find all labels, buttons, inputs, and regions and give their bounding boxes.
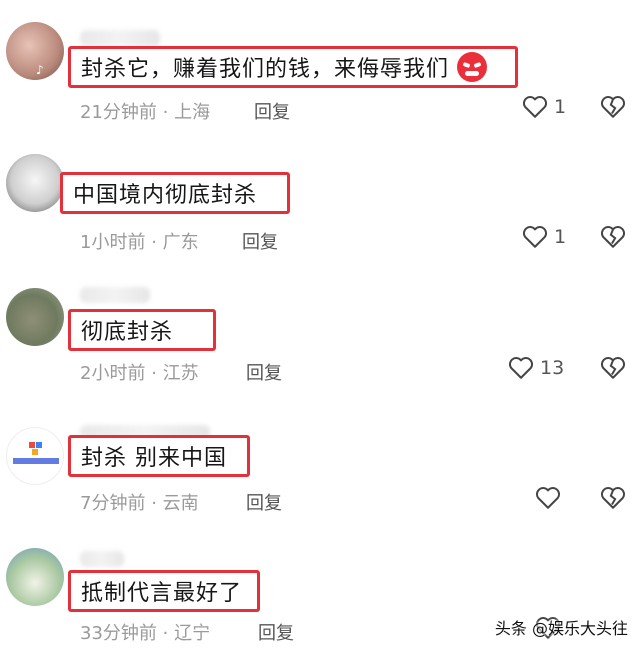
username-blurred[interactable] [80, 287, 150, 303]
avatar[interactable] [6, 288, 64, 346]
comment-item: 中国境内彻底封杀 1小时前 · 广东 回复 1 [0, 150, 640, 270]
comment-text: 抵制代言最好了 [81, 581, 243, 606]
tiktok-icon: ♪ [36, 63, 44, 77]
username-blurred[interactable] [80, 551, 124, 567]
svg-text:♪: ♪ [36, 63, 44, 77]
comment-bubble: 封杀它，赚着我们的钱，来侮辱我们 [68, 46, 518, 88]
dislike-button[interactable] [600, 225, 626, 253]
reply-button[interactable]: 回复 [258, 619, 294, 645]
heart-icon [522, 226, 548, 248]
comment-item: ♪ 封杀它，赚着我们的钱，来侮辱我们 21分钟前 · 上海 回复 1 [0, 0, 640, 125]
heart-icon [535, 487, 561, 509]
dislike-button[interactable] [600, 486, 626, 514]
like-button[interactable]: 13 [508, 356, 564, 380]
avatar[interactable]: ♪ [6, 22, 64, 80]
angry-face-icon [457, 52, 488, 82]
comment-item: 封杀 别来中国 7分钟前 · 云南 回复 [0, 415, 640, 535]
comment-bubble: 中国境内彻底封杀 [60, 172, 290, 214]
comment-text: 封杀它，赚着我们的钱，来侮辱我们 [81, 57, 450, 82]
watermark: 头条 @娱乐大头往 [494, 619, 628, 638]
like-button[interactable]: 1 [522, 225, 566, 249]
reply-button[interactable]: 回复 [242, 228, 278, 254]
reply-button[interactable]: 回复 [254, 98, 290, 124]
avatar[interactable] [6, 427, 64, 485]
comment-meta: 33分钟前 · 辽宁 [80, 623, 211, 644]
broken-heart-icon [600, 96, 626, 118]
comment-meta: 7分钟前 · 云南 [80, 493, 199, 514]
comment-meta: 2小时前 · 江苏 [80, 363, 199, 384]
logo-icon [13, 442, 59, 464]
heart-icon [508, 357, 534, 379]
comment-bubble: 彻底封杀 [68, 309, 216, 351]
dislike-button[interactable] [600, 95, 626, 123]
like-count: 1 [554, 226, 567, 248]
like-count: 13 [540, 357, 565, 379]
like-button[interactable] [535, 486, 567, 510]
comment-bubble: 封杀 别来中国 [68, 435, 250, 477]
reply-button[interactable]: 回复 [246, 489, 282, 515]
comment-item: 彻底封杀 2小时前 · 江苏 回复 13 [0, 285, 640, 405]
comment-bubble: 抵制代言最好了 [68, 570, 260, 612]
like-count: 1 [554, 96, 567, 118]
like-button[interactable]: 1 [522, 95, 566, 119]
comment-text: 封杀 别来中国 [81, 446, 227, 471]
avatar[interactable] [6, 154, 64, 212]
broken-heart-icon [600, 357, 626, 379]
reply-button[interactable]: 回复 [246, 359, 282, 385]
broken-heart-icon [600, 226, 626, 248]
comment-text: 中国境内彻底封杀 [73, 183, 258, 208]
comment-meta: 21分钟前 · 上海 [80, 102, 211, 123]
username-blurred[interactable] [80, 30, 160, 46]
broken-heart-icon [600, 487, 626, 509]
comment-text: 彻底封杀 [81, 320, 174, 345]
comment-meta: 1小时前 · 广东 [80, 232, 199, 253]
avatar[interactable] [6, 548, 64, 606]
heart-icon [522, 96, 548, 118]
dislike-button[interactable] [600, 356, 626, 384]
